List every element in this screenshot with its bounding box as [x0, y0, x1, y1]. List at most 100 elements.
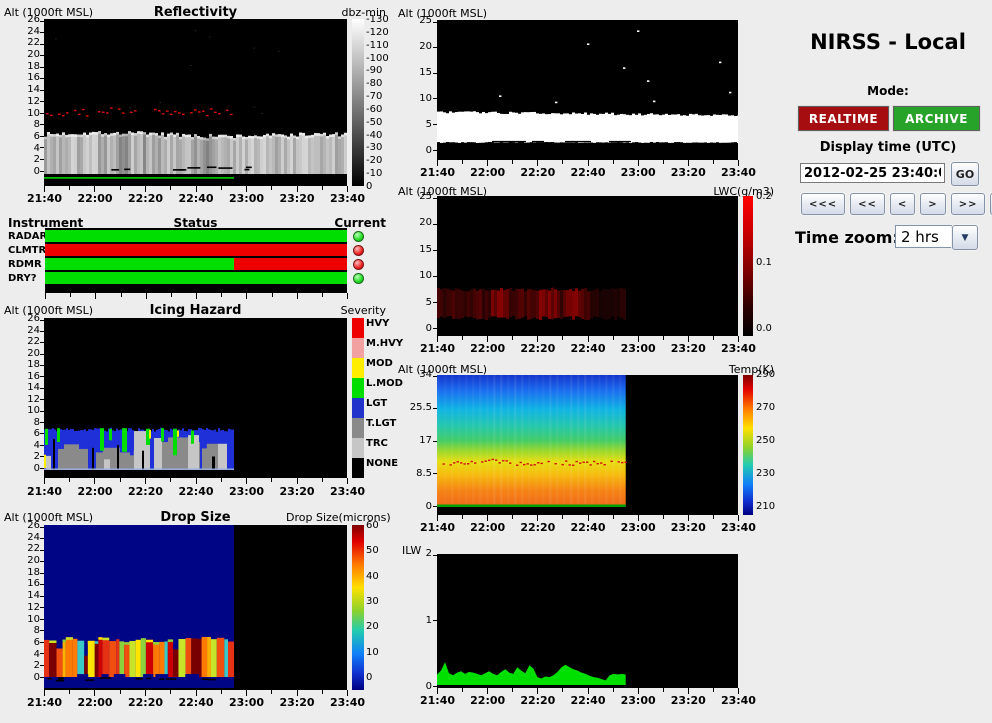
- dropsize-xlabels: 21:4022:0022:2022:4023:0023:2023:40: [27, 696, 364, 709]
- tick-label: 290: [756, 370, 780, 380]
- time-zoom-dropdown-button[interactable]: ▼: [952, 225, 978, 250]
- tick-label: 25: [410, 16, 432, 26]
- icing-xlabels: 21:4022:0022:2022:4023:0023:2023:40: [27, 485, 364, 498]
- tick-label: 8: [14, 418, 40, 428]
- icing-colorbar-label: Severity: [320, 304, 386, 317]
- ilw-yticks: 210: [414, 549, 432, 692]
- time-label: 22:00: [470, 694, 504, 707]
- time-label: 21:40: [420, 521, 454, 534]
- temp-xlabels: 21:4022:0022:2022:4023:0023:2023:40: [420, 521, 755, 534]
- tick-label: -50: [366, 118, 394, 128]
- tick-label: 0: [366, 673, 390, 683]
- time-label: 23:40: [330, 696, 364, 709]
- tick-label: 22: [14, 544, 40, 554]
- time-label: 23:00: [229, 696, 263, 709]
- status-indicator-clmtr: [353, 245, 364, 256]
- status-bar-dry: [45, 272, 347, 284]
- tick-label: 4: [14, 144, 40, 154]
- time-step-button[interactable]: >: [920, 193, 945, 215]
- status-segment: [234, 258, 347, 270]
- go-button[interactable]: GO: [951, 162, 979, 186]
- time-label: 22:00: [78, 696, 112, 709]
- time-label: 23:00: [621, 342, 655, 355]
- cloud-yticks: 2520151050: [410, 16, 432, 156]
- time-step-button[interactable]: <: [890, 193, 915, 215]
- tick-label: 6: [14, 429, 40, 439]
- tick-label: 0: [14, 673, 40, 683]
- time-zoom-select[interactable]: 2 hrs: [895, 225, 952, 248]
- severity-label: M.HVY: [366, 338, 400, 358]
- time-step-button[interactable]: <<<: [801, 193, 845, 215]
- tick-label: 5: [410, 120, 432, 130]
- mode-label: Mode:: [790, 84, 986, 98]
- icing-plot: [44, 318, 347, 478]
- tick-label: 5: [410, 298, 432, 308]
- nirss-window: Alt (1000ft MSL) Reflectivity dbz-min 26…: [0, 0, 992, 723]
- realtime-button[interactable]: REALTIME: [798, 106, 889, 131]
- tick-label: -100: [366, 54, 394, 64]
- tick-label: 20: [14, 556, 40, 566]
- icing-yticks: 26242220181614121086420: [14, 314, 40, 474]
- severity-labels: HVYM.HVYMODL.MODLGTT.LGTTRCNONE: [366, 318, 400, 478]
- tick-label: 210: [756, 502, 780, 512]
- severity-label: LGT: [366, 398, 400, 418]
- time-label: 22:40: [179, 485, 213, 498]
- status-indicator-rdmr: [353, 259, 364, 270]
- temp-yticks: 3425.5178.50: [404, 370, 432, 512]
- lwc-yticks: 2520151050: [410, 192, 432, 334]
- severity-label: MOD: [366, 358, 400, 378]
- time-step-button[interactable]: <<: [850, 193, 885, 215]
- tick-label: 2: [14, 155, 40, 165]
- time-label: 22:00: [78, 485, 112, 498]
- icing-xtick-marks: [44, 478, 347, 484]
- tick-label: 50: [366, 546, 390, 556]
- lwc-plot: [437, 196, 738, 336]
- time-label: 22:00: [78, 192, 112, 205]
- archive-button[interactable]: ARCHIVE: [893, 106, 980, 131]
- tick-label: 16: [14, 372, 40, 382]
- time-label: 23:40: [721, 166, 755, 179]
- tick-label: -130: [366, 15, 394, 25]
- tick-label: 26: [14, 314, 40, 324]
- time-label: 23:40: [721, 521, 755, 534]
- lwc-colorbar: [743, 196, 753, 336]
- status-row-label: RDMR: [8, 259, 42, 270]
- dropsize-plot: [44, 525, 347, 690]
- tick-label: 14: [14, 383, 40, 393]
- tick-label: 8.5: [404, 469, 432, 479]
- status-row-label: DRY?: [8, 273, 37, 284]
- tick-label: 17: [404, 436, 432, 446]
- time-label: 22:40: [179, 696, 213, 709]
- time-label: 21:40: [420, 342, 454, 355]
- reflectivity-plot: [44, 19, 347, 186]
- severity-segment: [352, 338, 364, 358]
- time-label: 23:20: [671, 521, 705, 534]
- tick-label: -20: [366, 156, 394, 166]
- icing-title: Icing Hazard: [44, 303, 347, 318]
- severity-label: T.LGT: [366, 418, 400, 438]
- tick-label: -110: [366, 41, 394, 51]
- tick-label: -120: [366, 28, 394, 38]
- status-indicator-dry: [353, 273, 364, 284]
- tick-label: 15: [410, 68, 432, 78]
- status-xtick-marks: [45, 293, 347, 299]
- display-time-input[interactable]: [800, 163, 945, 183]
- time-label: 22:40: [570, 521, 604, 534]
- time-label: 21:40: [420, 694, 454, 707]
- tick-label: 0.2: [756, 192, 780, 202]
- tick-label: 25.5: [404, 403, 432, 413]
- tick-label: 18: [14, 568, 40, 578]
- time-label: 22:20: [128, 485, 162, 498]
- dropsize-colorbar: [352, 525, 364, 690]
- status-segment: [45, 258, 234, 270]
- time-label: 22:20: [128, 192, 162, 205]
- time-nav-buttons: <<<<<<>>>>>>: [801, 193, 992, 215]
- tick-label: 0: [410, 324, 432, 334]
- tick-label: 270: [756, 403, 780, 413]
- time-label: 23:40: [330, 485, 364, 498]
- time-label: 23:00: [621, 521, 655, 534]
- time-step-button[interactable]: >>: [951, 193, 986, 215]
- time-label: 22:20: [520, 694, 554, 707]
- tick-label: 60: [366, 521, 390, 531]
- time-label: 23:00: [621, 694, 655, 707]
